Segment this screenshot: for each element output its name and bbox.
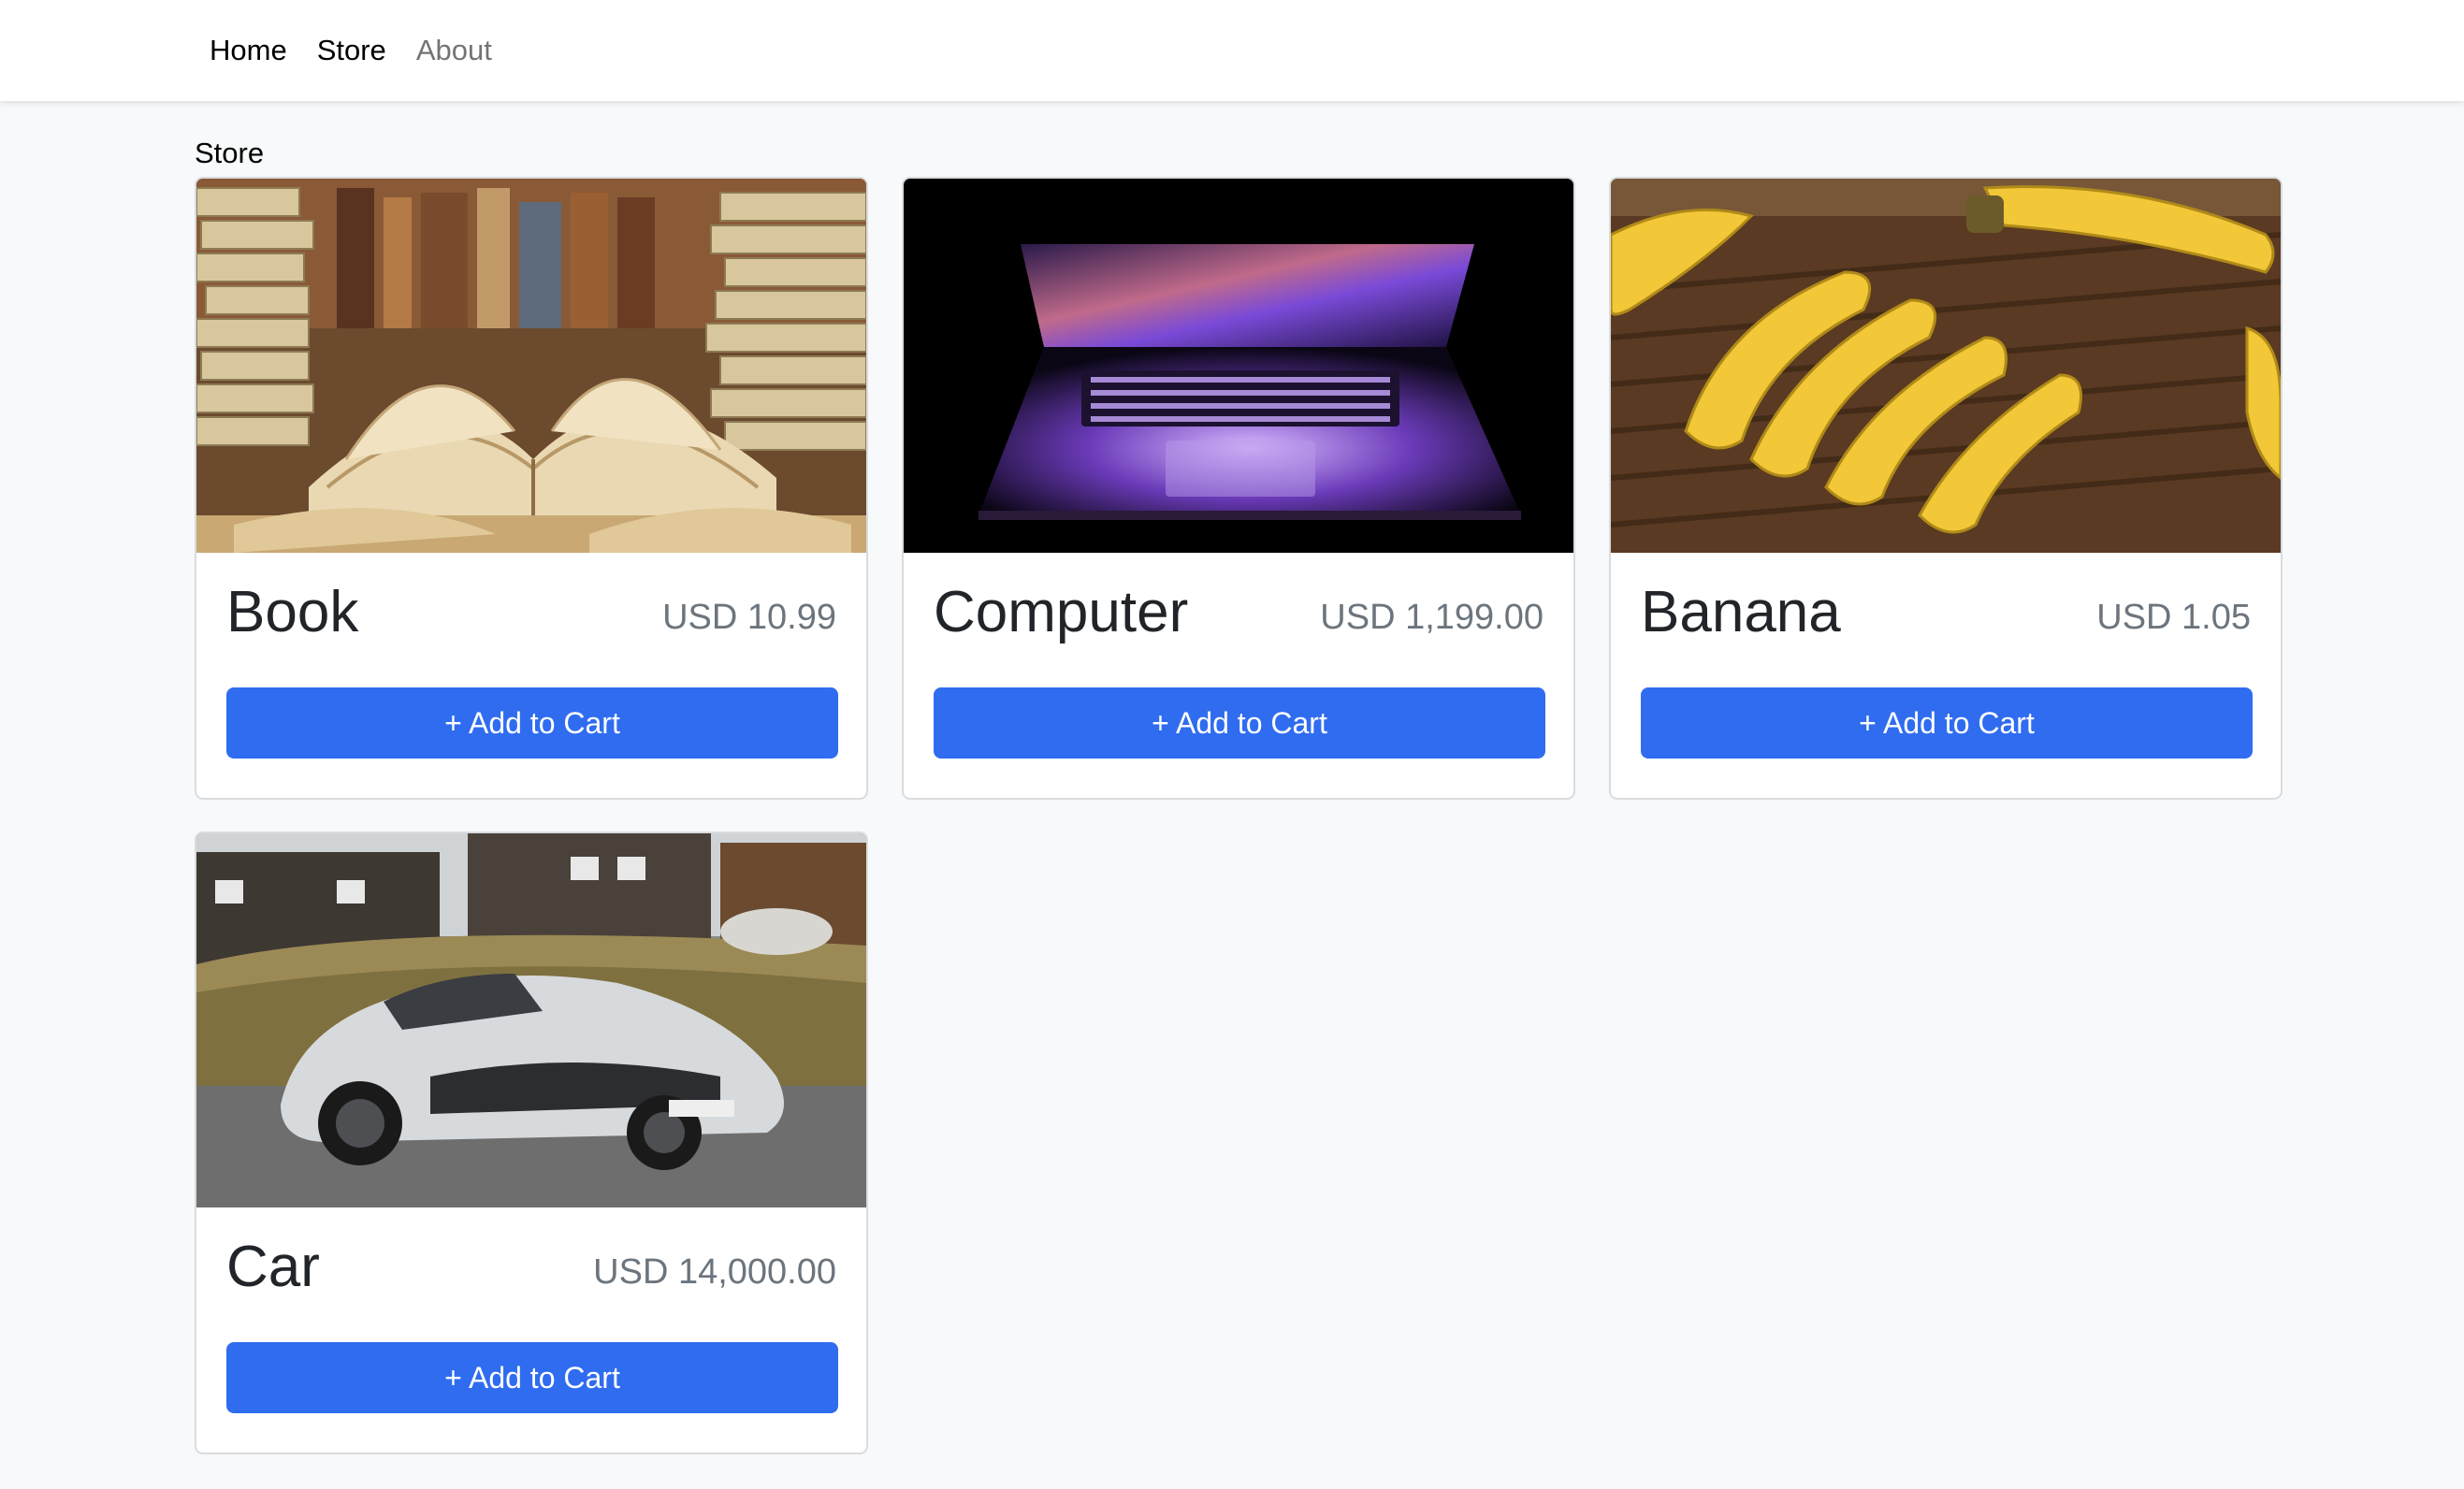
product-price: USD 14,000.00 [593,1252,836,1292]
add-to-cart-button[interactable]: + Add to Cart [1641,687,2253,759]
product-image-computer [904,179,1573,553]
product-name: Car [226,1235,320,1299]
product-grid: Book USD 10.99 + Add to Cart Computer US… [195,177,2283,1454]
product-image-car [196,833,866,1207]
nav-link-store[interactable]: Store [317,34,386,67]
product-name: Banana [1641,580,1841,644]
add-to-cart-button[interactable]: + Add to Cart [226,1342,838,1413]
add-to-cart-button[interactable]: + Add to Cart [934,687,1545,759]
product-image-banana [1611,179,2281,553]
product-image-book [196,179,866,553]
product-name: Computer [934,580,1189,644]
product-price: USD 10.99 [662,598,836,637]
product-card-body: Book USD 10.99 + Add to Cart [196,553,866,798]
top-navbar: Home Store About [0,0,2464,101]
nav-links: Home Store About [210,0,492,101]
nav-link-about[interactable]: About [416,34,492,67]
add-to-cart-button[interactable]: + Add to Cart [226,687,838,759]
nav-link-home[interactable]: Home [210,34,287,67]
product-card-body: Car USD 14,000.00 + Add to Cart [196,1207,866,1453]
product-card-computer: Computer USD 1,199.00 + Add to Cart [902,177,1575,800]
product-card-book: Book USD 10.99 + Add to Cart [195,177,868,800]
page-title: Store [195,137,265,169]
product-card-body: Computer USD 1,199.00 + Add to Cart [904,553,1573,798]
product-price: USD 1,199.00 [1320,598,1544,637]
product-card-banana: Banana USD 1.05 + Add to Cart [1609,177,2283,800]
product-name: Book [226,580,359,644]
product-price: USD 1.05 [2096,598,2251,637]
product-card-body: Banana USD 1.05 + Add to Cart [1611,553,2281,798]
product-card-car: Car USD 14,000.00 + Add to Cart [195,831,868,1454]
